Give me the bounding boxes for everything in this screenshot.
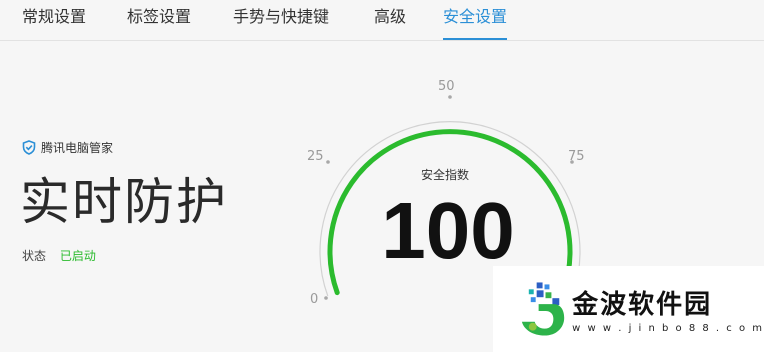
- gauge-score: 100: [381, 186, 514, 275]
- gauge-tick-0: 0: [310, 292, 318, 307]
- status-value: 已启动: [59, 249, 96, 263]
- gauge-tick-75: 75: [568, 149, 585, 164]
- gauge-tick-25: 25: [307, 149, 324, 164]
- gauge-caption: 安全指数: [421, 167, 469, 182]
- status-label: 状态: [22, 249, 47, 263]
- settings-tab-bar: 常规设置 标签设置 手势与快捷键 高级 安全设置: [0, 0, 764, 41]
- brand-label: 腾讯电脑管家: [41, 141, 114, 155]
- tab-general[interactable]: 常规设置: [22, 7, 86, 38]
- tab-tab-settings[interactable]: 标签设置: [127, 7, 191, 38]
- shield-icon: [22, 140, 36, 155]
- status-row: 状态 已启动: [22, 247, 96, 264]
- watermark-url: w w w . j i n b o 8 8 . c o m: [572, 323, 764, 334]
- tab-advanced[interactable]: 高级: [374, 7, 406, 38]
- site-logo: [521, 282, 565, 336]
- site-watermark: 金波软件园 w w w . j i n b o 8 8 . c o m: [493, 266, 764, 352]
- tab-gestures-shortcuts[interactable]: 手势与快捷键: [233, 7, 329, 38]
- gauge-dot-0: [324, 296, 328, 300]
- gauge-dot-25: [326, 160, 330, 164]
- watermark-name: 金波软件园: [572, 290, 713, 320]
- gauge-tick-50: 50: [438, 79, 455, 94]
- protection-brand: 腾讯电脑管家: [22, 139, 113, 156]
- tab-security[interactable]: 安全设置: [443, 7, 508, 40]
- page-title: 实时防护: [20, 173, 228, 231]
- watermark-text: 金波软件园 w w w . j i n b o 8 8 . c o m: [572, 284, 764, 334]
- gauge-dot-50: [448, 95, 452, 99]
